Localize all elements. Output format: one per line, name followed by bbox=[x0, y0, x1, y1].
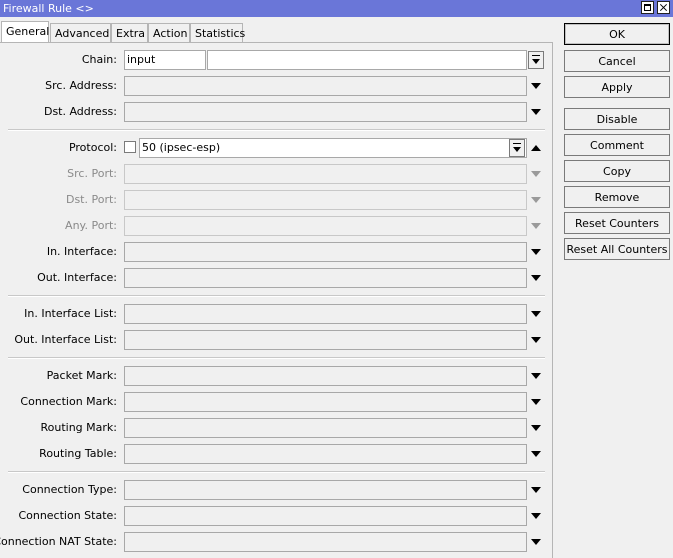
section-divider bbox=[8, 471, 545, 473]
src-port-expand-icon[interactable] bbox=[531, 171, 541, 177]
tab-action[interactable]: Action bbox=[148, 23, 190, 42]
connection-type-label: Connection Type: bbox=[22, 483, 117, 496]
packet-mark-row: Packet Mark: bbox=[0, 366, 553, 386]
chain-input-extension[interactable] bbox=[207, 50, 527, 70]
packet-mark-label: Packet Mark: bbox=[46, 369, 117, 382]
routing-table-row: Routing Table: bbox=[0, 444, 553, 464]
routing-table-field[interactable] bbox=[124, 444, 527, 464]
connection-nat-state-label: Connection NAT State: bbox=[0, 535, 117, 548]
chain-value: input bbox=[127, 53, 156, 66]
tab-advanced[interactable]: Advanced bbox=[50, 23, 111, 42]
protocol-negate-checkbox[interactable] bbox=[124, 141, 136, 153]
dst-port-label: Dst. Port: bbox=[65, 193, 117, 206]
connection-type-field[interactable] bbox=[124, 480, 527, 500]
out-interface-row: Out. Interface: bbox=[0, 268, 553, 288]
protocol-row: Protocol: 50 (ipsec-esp) bbox=[0, 138, 553, 158]
ok-button[interactable]: OK bbox=[564, 23, 670, 45]
protocol-value: 50 (ipsec-esp) bbox=[142, 141, 221, 154]
packet-mark-field[interactable] bbox=[124, 366, 527, 386]
protocol-collapse-icon[interactable] bbox=[531, 145, 541, 151]
tab-general[interactable]: General bbox=[1, 21, 49, 43]
copy-button[interactable]: Copy bbox=[564, 160, 670, 182]
dst-address-expand-icon[interactable] bbox=[531, 109, 541, 115]
connection-nat-state-expand-icon[interactable] bbox=[531, 539, 541, 545]
chain-label: Chain: bbox=[81, 53, 117, 66]
dst-address-label: Dst. Address: bbox=[43, 105, 117, 118]
tab-statistics[interactable]: Statistics bbox=[190, 23, 245, 42]
dst-address-row: Dst. Address: bbox=[0, 102, 553, 122]
any-port-label: Any. Port: bbox=[65, 219, 117, 232]
connection-mark-label: Connection Mark: bbox=[20, 395, 117, 408]
in-interface-list-label: In. Interface List: bbox=[24, 307, 117, 320]
out-interface-list-label: Out. Interface List: bbox=[14, 333, 117, 346]
out-interface-label: Out. Interface: bbox=[37, 271, 117, 284]
any-port-expand-icon[interactable] bbox=[531, 223, 541, 229]
connection-mark-row: Connection Mark: bbox=[0, 392, 553, 412]
out-interface-field[interactable] bbox=[124, 268, 527, 288]
title-bar: Firewall Rule <> bbox=[0, 0, 673, 17]
connection-type-expand-icon[interactable] bbox=[531, 487, 541, 493]
src-address-expand-icon[interactable] bbox=[531, 83, 541, 89]
routing-table-expand-icon[interactable] bbox=[531, 451, 541, 457]
out-interface-list-row: Out. Interface List: bbox=[0, 330, 553, 350]
close-icon[interactable] bbox=[657, 1, 670, 14]
src-address-label: Src. Address: bbox=[45, 79, 117, 92]
tab-extra[interactable]: Extra bbox=[111, 23, 148, 42]
cancel-button[interactable]: Cancel bbox=[564, 50, 670, 72]
section-divider bbox=[8, 129, 545, 131]
any-port-field[interactable] bbox=[124, 216, 527, 236]
protocol-dropdown-button[interactable] bbox=[509, 139, 525, 157]
in-interface-list-expand-icon[interactable] bbox=[531, 311, 541, 317]
in-interface-list-row: In. Interface List: bbox=[0, 304, 553, 324]
comment-button[interactable]: Comment bbox=[564, 134, 670, 156]
src-address-field[interactable] bbox=[124, 76, 527, 96]
any-port-row: Any. Port: bbox=[0, 216, 553, 236]
apply-button[interactable]: Apply bbox=[564, 76, 670, 98]
chain-dropdown-button[interactable] bbox=[528, 51, 544, 69]
in-interface-list-field[interactable] bbox=[124, 304, 527, 324]
out-interface-expand-icon[interactable] bbox=[531, 275, 541, 281]
maximize-icon[interactable] bbox=[641, 1, 654, 14]
remove-button[interactable]: Remove bbox=[564, 186, 670, 208]
routing-table-label: Routing Table: bbox=[39, 447, 117, 460]
routing-mark-expand-icon[interactable] bbox=[531, 425, 541, 431]
reset-counters-button[interactable]: Reset Counters bbox=[564, 212, 670, 234]
packet-mark-expand-icon[interactable] bbox=[531, 373, 541, 379]
connection-nat-state-field[interactable] bbox=[124, 532, 527, 552]
dst-address-field[interactable] bbox=[124, 102, 527, 122]
connection-mark-field[interactable] bbox=[124, 392, 527, 412]
section-divider bbox=[8, 357, 545, 359]
connection-nat-state-row: Connection NAT State: bbox=[0, 532, 553, 552]
dst-port-expand-icon[interactable] bbox=[531, 197, 541, 203]
connection-state-label: Connection State: bbox=[18, 509, 117, 522]
in-interface-expand-icon[interactable] bbox=[531, 249, 541, 255]
chain-input[interactable]: input bbox=[124, 50, 206, 70]
src-port-field[interactable] bbox=[124, 164, 527, 184]
out-interface-list-expand-icon[interactable] bbox=[531, 337, 541, 343]
connection-state-field[interactable] bbox=[124, 506, 527, 526]
window-title: Firewall Rule <> bbox=[3, 2, 94, 15]
connection-state-expand-icon[interactable] bbox=[531, 513, 541, 519]
protocol-input[interactable]: 50 (ipsec-esp) bbox=[139, 138, 527, 158]
reset-all-counters-button[interactable]: Reset All Counters bbox=[564, 238, 670, 260]
disable-button[interactable]: Disable bbox=[564, 108, 670, 130]
dst-port-row: Dst. Port: bbox=[0, 190, 553, 210]
in-interface-row: In. Interface: bbox=[0, 242, 553, 262]
connection-state-row: Connection State: bbox=[0, 506, 553, 526]
protocol-label: Protocol: bbox=[68, 141, 117, 154]
src-address-row: Src. Address: bbox=[0, 76, 553, 96]
dst-port-field[interactable] bbox=[124, 190, 527, 210]
routing-mark-label: Routing Mark: bbox=[40, 421, 117, 434]
connection-mark-expand-icon[interactable] bbox=[531, 399, 541, 405]
routing-mark-row: Routing Mark: bbox=[0, 418, 553, 438]
chain-row: Chain: input bbox=[0, 50, 553, 70]
out-interface-list-field[interactable] bbox=[124, 330, 527, 350]
routing-mark-field[interactable] bbox=[124, 418, 527, 438]
in-interface-field[interactable] bbox=[124, 242, 527, 262]
in-interface-label: In. Interface: bbox=[46, 245, 117, 258]
src-port-label: Src. Port: bbox=[67, 167, 117, 180]
section-divider bbox=[8, 295, 545, 297]
connection-type-row: Connection Type: bbox=[0, 480, 553, 500]
src-port-row: Src. Port: bbox=[0, 164, 553, 184]
